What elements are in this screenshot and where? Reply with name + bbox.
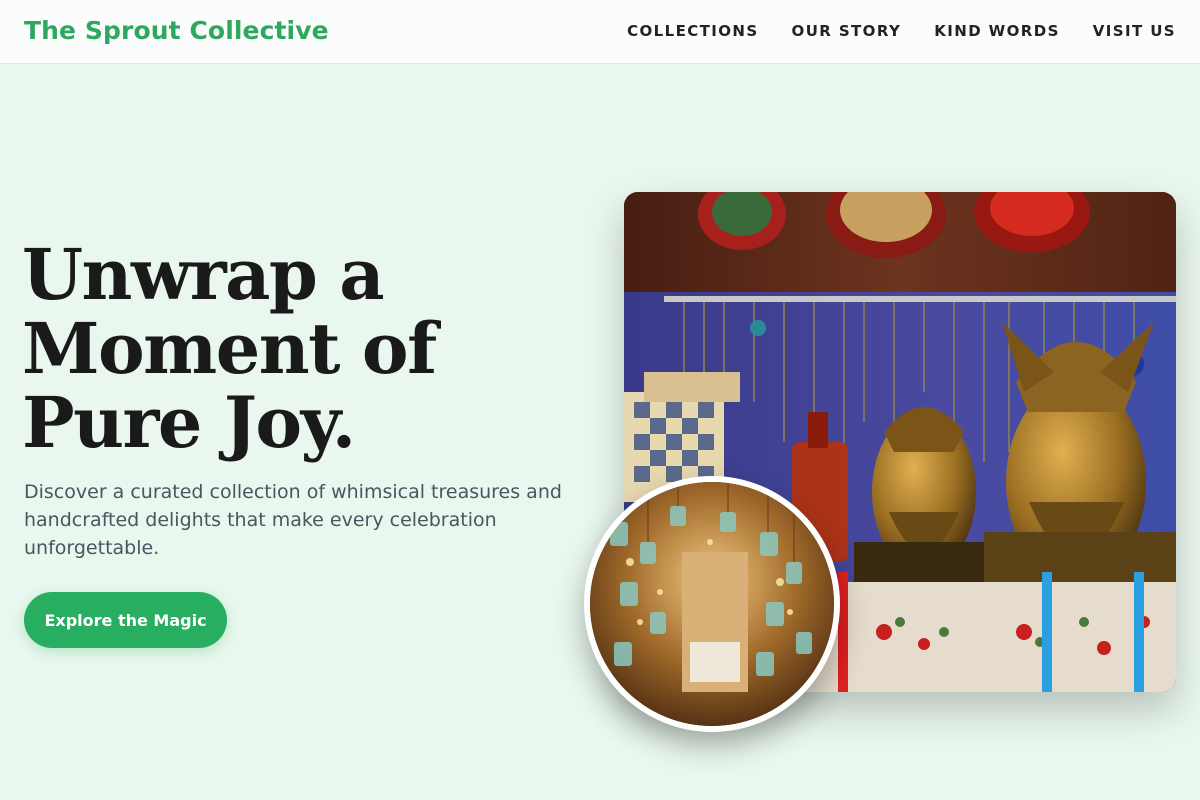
nav-item-kind-words[interactable]: KIND WORDS (934, 22, 1060, 40)
nav-item-visit-us[interactable]: VISIT US (1093, 22, 1176, 40)
hero-headline: Unwrap a Moment of Pure Joy. (22, 233, 437, 464)
hero-circle-image (584, 476, 840, 732)
brand-logo[interactable]: The Sprout Collective (24, 16, 329, 45)
site-header: The Sprout Collective COLLECTIONS OUR ST… (0, 0, 1200, 64)
nav-item-collections[interactable]: COLLECTIONS (627, 22, 758, 40)
nav-item-our-story[interactable]: OUR STORY (792, 22, 902, 40)
hero-subtitle: Discover a curated collection of whimsic… (24, 481, 562, 559)
explore-button[interactable]: Explore the Magic (24, 592, 227, 648)
main-nav: COLLECTIONS OUR STORY KIND WORDS VISIT U… (627, 22, 1176, 40)
